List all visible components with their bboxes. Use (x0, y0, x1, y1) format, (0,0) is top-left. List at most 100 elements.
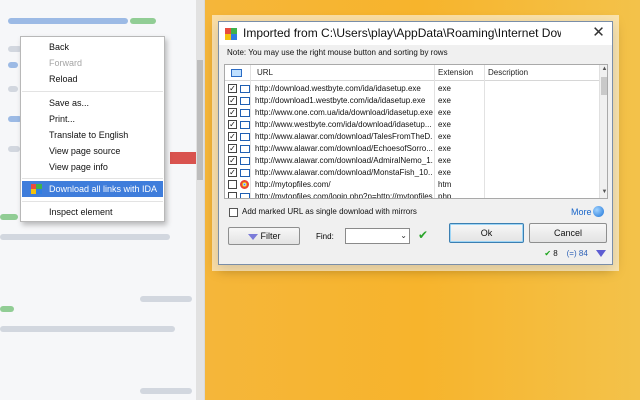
menu-item-label: Download all links with IDA (49, 184, 158, 194)
file-icon (240, 145, 250, 153)
menu-separator (22, 178, 163, 179)
menu-separator (22, 201, 163, 202)
dialog-titlebar[interactable]: Imported from C:\Users\play\AppData\Roam… (219, 22, 612, 45)
grid-header: URL Extension Description (225, 65, 599, 81)
bg-text-line (8, 18, 128, 24)
row-checkbox[interactable] (228, 180, 237, 189)
bg-text-line (0, 214, 18, 220)
file-icon (240, 133, 250, 141)
menu-item-download-all-ida[interactable]: Download all links with IDA (22, 181, 163, 197)
extension-cell: exe (438, 132, 451, 141)
url-cell: http://www.one.com.ua/ida/download/idase… (255, 108, 433, 117)
menu-item-reload[interactable]: Reload (22, 71, 163, 87)
menu-item-save-as[interactable]: Save as... (22, 95, 163, 111)
ok-button[interactable]: Ok (449, 223, 524, 243)
row-checkbox[interactable]: ✓ (228, 132, 237, 141)
bg-red-button (170, 152, 196, 164)
table-row[interactable]: ✓ http://www.one.com.ua/ida/download/idas… (225, 107, 599, 119)
extension-cell: exe (438, 144, 451, 153)
chevron-down-icon[interactable]: ⌄ (400, 231, 407, 240)
scrollbar-thumb[interactable] (601, 77, 607, 95)
file-icon (240, 157, 250, 165)
menu-item-inspect[interactable]: Inspect element (22, 204, 163, 220)
table-row[interactable]: ✓ http://www.alawar.com/download/AdmiralN… (225, 155, 599, 167)
row-checkbox[interactable]: ✓ (228, 168, 237, 177)
url-cell: http://download.westbyte.com/ida/idasetu… (255, 84, 421, 93)
checked-count-icon: ✔ (544, 249, 552, 258)
menu-separator (22, 91, 163, 92)
bg-text-line (0, 306, 14, 312)
context-menu: Back Forward Reload Save as... Print... … (20, 36, 165, 222)
extension-cell: exe (438, 156, 451, 165)
cancel-button[interactable]: Cancel (529, 223, 607, 243)
checked-count: 8 (553, 249, 558, 258)
url-cell: http://www.alawar.com/download/MonstaFis… (255, 168, 433, 177)
bg-text-line (8, 146, 20, 152)
extension-cell: php (438, 192, 452, 199)
row-checkbox[interactable]: ✓ (228, 144, 237, 153)
table-row[interactable]: http://mytopfiles.com/htm (225, 179, 599, 191)
table-row[interactable]: ✓ http://download.westbyte.com/ida/idaset… (225, 83, 599, 95)
extension-cell: exe (438, 108, 451, 117)
bg-text-line (140, 296, 192, 302)
row-checkbox[interactable]: ✓ (228, 156, 237, 165)
chrome-icon (240, 180, 249, 189)
menu-item-translate[interactable]: Translate to English (22, 127, 163, 143)
import-dialog: Imported from C:\Users\play\AppData\Roam… (218, 21, 613, 265)
row-checkbox[interactable]: ✓ (228, 96, 237, 105)
bg-scrollbar-thumb (197, 60, 203, 180)
file-icon (240, 169, 250, 177)
table-row[interactable]: ✓ http://download1.westbyte.com/ida/idase… (225, 95, 599, 107)
more-link[interactable]: More (571, 207, 592, 217)
menu-item-view-source[interactable]: View page source (22, 143, 163, 159)
mirror-checkbox[interactable] (229, 208, 238, 217)
bg-text-line (0, 234, 170, 240)
find-combobox[interactable]: ⌄ (345, 228, 410, 244)
row-checkbox[interactable] (228, 192, 237, 198)
column-extension[interactable]: Extension (438, 68, 473, 77)
close-button[interactable]: ✕ (590, 25, 607, 40)
menu-item-print[interactable]: Print... (22, 111, 163, 127)
column-description[interactable]: Description (488, 68, 528, 77)
extension-cell: exe (438, 120, 451, 129)
bg-text-line (0, 326, 175, 332)
dialog-note: Note: You may use the right mouse button… (227, 48, 448, 57)
row-checkbox[interactable]: ✓ (228, 120, 237, 129)
column-url[interactable]: URL (257, 68, 273, 77)
filter-button-label: Filter (260, 231, 281, 241)
row-checkbox[interactable]: ✓ (228, 108, 237, 117)
dialog-title: Imported from C:\Users\play\AppData\Roam… (243, 26, 561, 40)
find-apply-check-icon[interactable]: ✔ (418, 228, 428, 242)
total-count: (=) 84 (566, 249, 588, 258)
table-row[interactable]: http://mytopfiles.com/login.php?p=http:/… (225, 191, 599, 199)
table-row[interactable]: ✓ http://www.alawar.com/download/MonstaFi… (225, 167, 599, 179)
table-row[interactable]: ✓ http://www.alawar.com/download/TalesFro… (225, 131, 599, 143)
extension-cell: exe (438, 84, 451, 93)
url-grid[interactable]: URL Extension Description ✓ http://downlo… (224, 64, 608, 199)
filter-icon (247, 233, 258, 240)
more-expand-icon[interactable] (593, 206, 604, 217)
status-bar: ✔ 8 (=) 84 (544, 249, 606, 258)
menu-item-page-info[interactable]: View page info (22, 159, 163, 175)
table-row[interactable]: ✓ http://www.westbyte.com/ida/download/id… (225, 119, 599, 131)
menu-item-back[interactable]: Back (22, 39, 163, 55)
select-all-icon[interactable] (231, 69, 242, 77)
extension-cell: exe (438, 96, 451, 105)
file-icon (240, 109, 250, 117)
url-cell: http://download1.westbyte.com/ida/idaset… (255, 96, 426, 105)
scroll-down-icon[interactable]: ▼ (600, 189, 607, 195)
extension-cell: exe (438, 168, 451, 177)
row-checkbox[interactable]: ✓ (228, 84, 237, 93)
menu-item-forward[interactable]: Forward (22, 55, 163, 71)
filter-status-icon[interactable] (596, 250, 606, 258)
file-icon (240, 121, 250, 129)
url-cell: http://www.alawar.com/download/EchoesofS… (255, 144, 433, 153)
bg-text-line (8, 62, 18, 68)
table-row[interactable]: ✓ http://www.alawar.com/download/Echoesof… (225, 143, 599, 155)
bg-text-line (8, 86, 18, 92)
grid-vertical-scrollbar[interactable]: ▲ ▼ (599, 65, 607, 198)
filter-button[interactable]: Filter (228, 227, 300, 245)
scroll-up-icon[interactable]: ▲ (600, 66, 607, 72)
bg-text-line (140, 388, 192, 394)
find-label: Find: (316, 232, 334, 241)
